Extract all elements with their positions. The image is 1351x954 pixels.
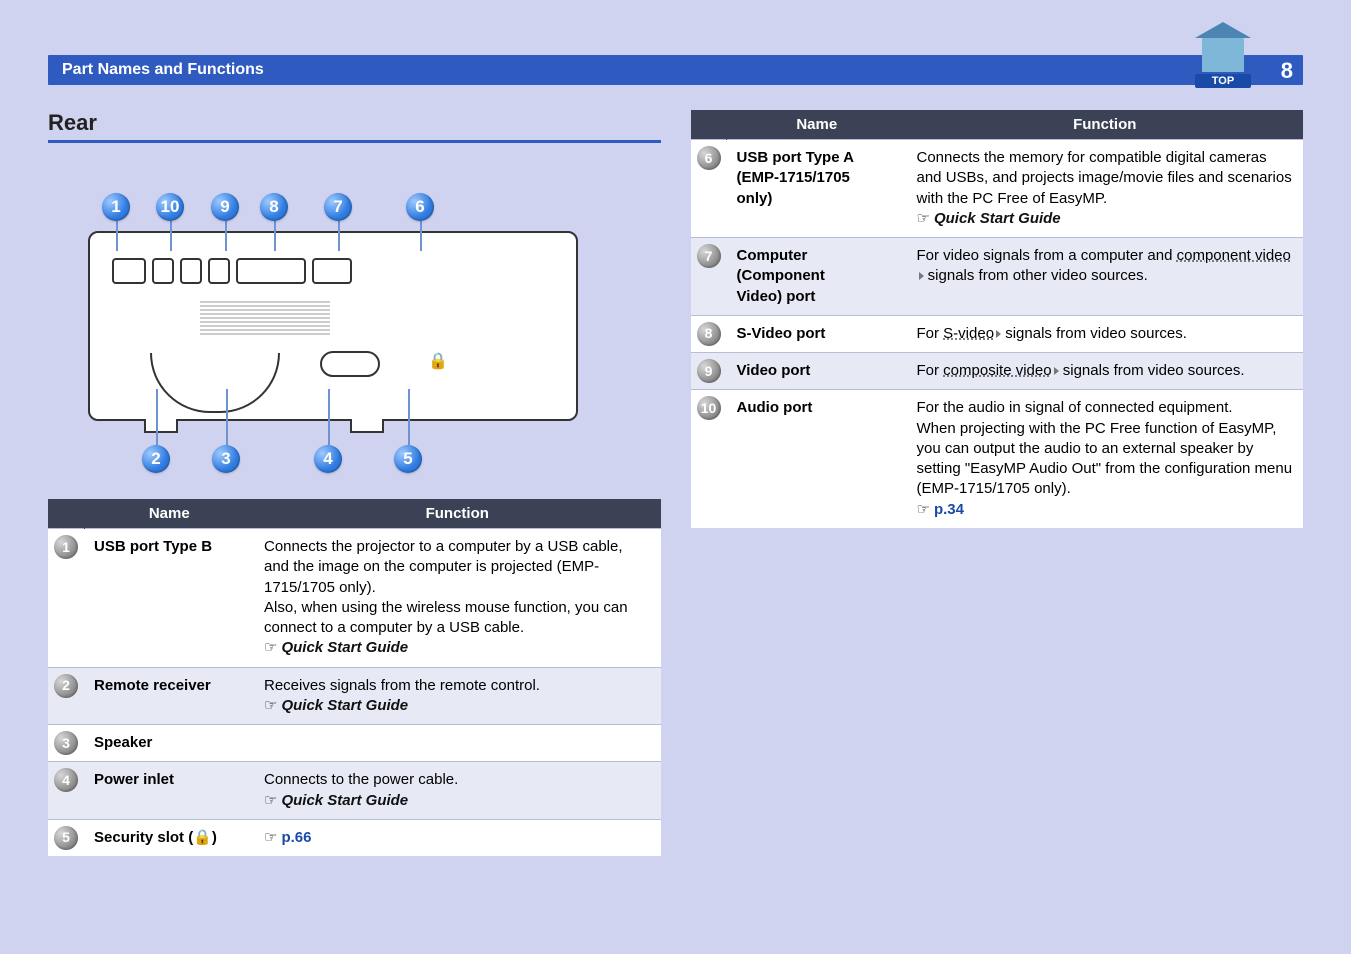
table-row: 10 Audio port For the audio in signal of… xyxy=(691,390,1304,528)
link-p34[interactable]: p.34 xyxy=(934,501,964,518)
row-bullet: 3 xyxy=(54,731,78,755)
foot-left xyxy=(144,419,178,433)
row-func: Connects the memory for compatible digit… xyxy=(907,140,1304,238)
row-func: Connects to the power cable. Quick Start… xyxy=(254,762,661,820)
row-func: Receives signals from the remote control… xyxy=(254,667,661,725)
lock-icon: (🔒) xyxy=(188,829,217,846)
page-number: 8 xyxy=(1281,58,1293,84)
callout-3: 3 xyxy=(212,445,240,473)
callout-10: 10 xyxy=(156,193,184,221)
callout-5: 5 xyxy=(394,445,422,473)
row-bullet: 9 xyxy=(697,359,721,383)
port-usb-b xyxy=(112,258,146,284)
row-func: For S-video signals from video sources. xyxy=(907,315,1304,352)
col-blank xyxy=(48,499,84,529)
port-usb-a xyxy=(312,258,352,284)
glossary-svideo[interactable]: S-video xyxy=(943,325,1001,342)
row-name: USB port Type A (EMP-1715/1705 only) xyxy=(727,140,907,238)
row-func: For the audio in signal of connected equ… xyxy=(907,390,1304,528)
content-area: Rear 🔒 xyxy=(48,110,1303,914)
port-audio xyxy=(152,258,174,284)
power-inlet-drawing xyxy=(320,351,380,377)
table-row: 6 USB port Type A (EMP-1715/1705 only) C… xyxy=(691,140,1304,238)
table-row: 1 USB port Type B Connects the projector… xyxy=(48,529,661,668)
callout-7: 7 xyxy=(324,193,352,221)
col-function: Function xyxy=(254,499,661,529)
row-bullet: 8 xyxy=(697,322,721,346)
left-column: Rear 🔒 xyxy=(48,110,661,914)
row-name: Computer (Component Video) port xyxy=(727,238,907,316)
row-func: p.66 xyxy=(254,819,661,856)
table-row: 8 S-Video port For S-video signals from … xyxy=(691,315,1304,352)
top-label: TOP xyxy=(1195,74,1251,88)
row-bullet: 7 xyxy=(697,244,721,268)
row-func: For video signals from a computer and co… xyxy=(907,238,1304,316)
callout-9: 9 xyxy=(211,193,239,221)
glossary-composite-video[interactable]: composite video xyxy=(943,362,1058,379)
row-func: Connects the projector to a computer by … xyxy=(254,529,661,668)
header-bar: Part Names and Functions xyxy=(48,55,1303,85)
port-video xyxy=(180,258,202,284)
col-name: Name xyxy=(727,110,907,140)
rear-diagram: 🔒 1 10 9 8 7 6 2 3 4 5 xyxy=(48,161,608,481)
row-name: USB port Type B xyxy=(84,529,254,668)
row-name: Speaker xyxy=(84,725,254,762)
row-name: Audio port xyxy=(727,390,907,528)
row-name: Security slot (🔒) xyxy=(84,819,254,856)
foot-right xyxy=(350,419,384,433)
right-column: Name Function 6 USB port Type A (EMP-171… xyxy=(691,110,1304,914)
col-function: Function xyxy=(907,110,1304,140)
row-bullet: 6 xyxy=(697,146,721,170)
section-title-rear: Rear xyxy=(48,110,661,136)
link-p66[interactable]: p.66 xyxy=(281,829,311,846)
row-func: For composite video signals from video s… xyxy=(907,353,1304,390)
security-slot-icon: 🔒 xyxy=(428,351,448,371)
projector-body: 🔒 xyxy=(88,231,578,421)
callout-8: 8 xyxy=(260,193,288,221)
page: Part Names and Functions 8 TOP Rear xyxy=(0,0,1351,954)
port-row-top xyxy=(112,251,432,291)
callout-6: 6 xyxy=(406,193,434,221)
top-icon[interactable]: TOP xyxy=(1195,36,1251,90)
table-row: 7 Computer (Component Video) port For vi… xyxy=(691,238,1304,316)
table-row: 2 Remote receiver Receives signals from … xyxy=(48,667,661,725)
port-computer xyxy=(236,258,306,284)
table-row: 3 Speaker xyxy=(48,725,661,762)
table-row: 4 Power inlet Connects to the power cabl… xyxy=(48,762,661,820)
row-name: S-Video port xyxy=(727,315,907,352)
row-bullet: 10 xyxy=(697,396,721,420)
row-func xyxy=(254,725,661,762)
col-blank xyxy=(691,110,727,140)
row-bullet: 4 xyxy=(54,768,78,792)
callout-4: 4 xyxy=(314,445,342,473)
section-rule xyxy=(48,140,661,143)
table-row: 9 Video port For composite video signals… xyxy=(691,353,1304,390)
row-name: Remote receiver xyxy=(84,667,254,725)
table-row: 5 Security slot (🔒) p.66 xyxy=(48,819,661,856)
port-svideo xyxy=(208,258,230,284)
callout-1: 1 xyxy=(102,193,130,221)
remote-receiver-area xyxy=(150,353,280,413)
parts-table-left: Name Function 1 USB port Type B Connects… xyxy=(48,499,661,856)
col-name: Name xyxy=(84,499,254,529)
callout-2: 2 xyxy=(142,445,170,473)
row-bullet: 2 xyxy=(54,674,78,698)
speaker-grille xyxy=(200,301,330,335)
row-bullet: 1 xyxy=(54,535,78,559)
home-icon xyxy=(1202,36,1244,72)
row-bullet: 5 xyxy=(54,826,78,850)
row-name: Power inlet xyxy=(84,762,254,820)
parts-table-right: Name Function 6 USB port Type A (EMP-171… xyxy=(691,110,1304,528)
header-title: Part Names and Functions xyxy=(62,61,264,79)
row-name: Video port xyxy=(727,353,907,390)
